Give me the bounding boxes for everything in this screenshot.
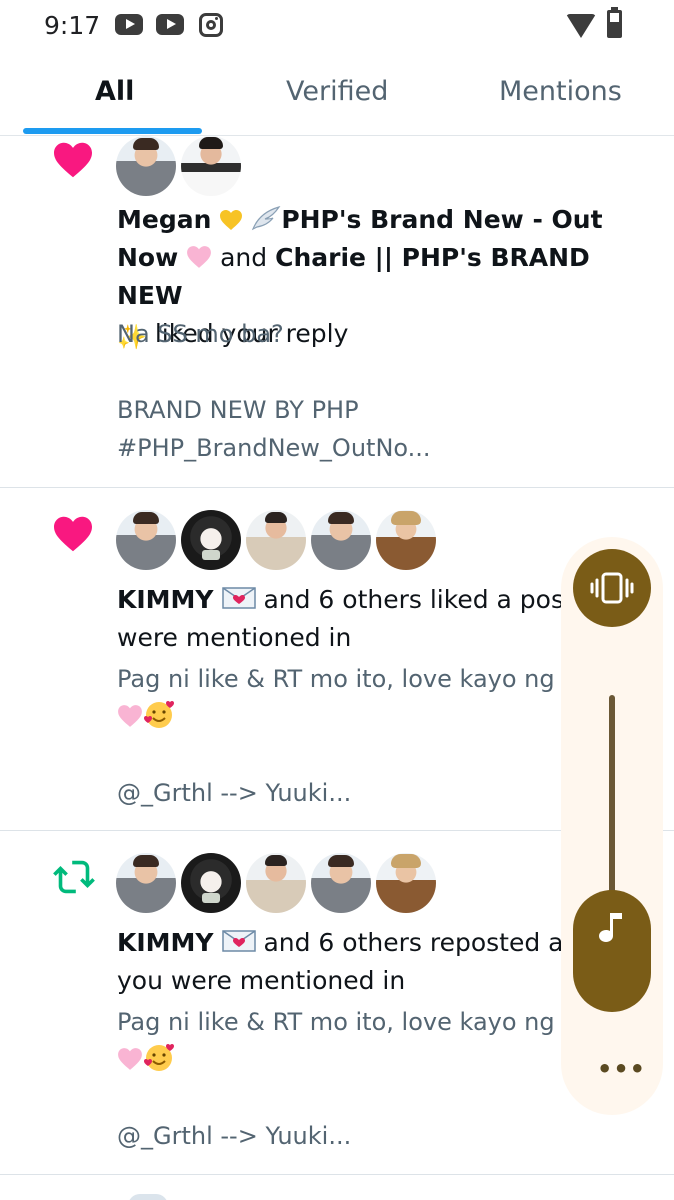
notification-item[interactable]: Megan PHP's Brand New - Out Now and Char…: [0, 136, 674, 488]
more-dots-icon[interactable]: •••: [597, 1055, 646, 1083]
avatar[interactable]: [311, 510, 371, 570]
quote-line: #PHP_BrandNew_OutNo...: [117, 434, 431, 462]
quote-line: @_Grthl --> Yuuki...: [117, 1122, 352, 1150]
ringer-mode-button[interactable]: [573, 549, 651, 627]
smiling-face-with-hearts-icon: [144, 701, 174, 728]
tab-verified[interactable]: Verified: [286, 76, 388, 107]
avatar[interactable]: [311, 853, 371, 913]
music-note-icon: [599, 913, 622, 942]
actor-name[interactable]: KIMMY: [117, 585, 214, 614]
connector-text: and: [220, 243, 268, 272]
wing-icon: [252, 205, 281, 231]
avatar[interactable]: [116, 510, 176, 570]
action-text: you were mentioned in: [117, 966, 406, 995]
quote-line: BRAND NEW BY PHP: [117, 396, 359, 424]
avatar[interactable]: [181, 136, 241, 196]
quoted-post[interactable]: Na SS mo ba? BRAND NEW BY PHP #PHP_Brand…: [117, 315, 647, 467]
pink-heart-icon: [118, 1048, 142, 1070]
action-text: were mentioned in: [117, 623, 352, 652]
love-letter-icon: [221, 930, 256, 952]
avatar[interactable]: [246, 510, 306, 570]
heart-icon: [54, 142, 92, 178]
volume-slider-fill[interactable]: [573, 890, 651, 1012]
yellow-heart-icon: [220, 210, 243, 230]
active-tab-indicator: [23, 128, 202, 134]
status-time: 9:17: [44, 11, 101, 40]
actor-name-suffix[interactable]: PHP's Brand New - Out: [281, 205, 602, 234]
avatar[interactable]: [376, 510, 436, 570]
actor-name[interactable]: Megan: [117, 205, 211, 234]
wifi-icon: [566, 14, 596, 38]
love-letter-icon: [221, 587, 256, 609]
avatar[interactable]: [376, 853, 436, 913]
heart-icon: [54, 516, 92, 552]
tab-all[interactable]: All: [95, 76, 134, 107]
avatar[interactable]: [116, 853, 176, 913]
repost-icon: [53, 860, 95, 894]
quote-line: Na SS mo ba?: [117, 320, 284, 348]
avatar[interactable]: [116, 136, 176, 196]
battery-icon: [607, 7, 622, 38]
smiling-face-with-hearts-icon: [144, 1044, 174, 1071]
tab-mentions[interactable]: Mentions: [499, 76, 622, 107]
actor-name-suffix-2[interactable]: Now: [117, 243, 178, 272]
actor-name[interactable]: KIMMY: [117, 928, 214, 957]
instagram-icon: [199, 13, 223, 37]
vibrate-icon: [590, 572, 634, 604]
avatar[interactable]: [246, 853, 306, 913]
next-item-avatar-peek: [128, 1194, 168, 1200]
pink-heart-icon: [118, 705, 142, 727]
youtube-icon: [156, 14, 184, 35]
avatar[interactable]: [181, 510, 241, 570]
youtube-icon: [115, 14, 143, 35]
pink-heart-icon: [187, 246, 212, 268]
notification-tabs: All Verified Mentions: [0, 52, 674, 136]
status-bar: 9:17: [0, 0, 674, 52]
avatar[interactable]: [181, 853, 241, 913]
